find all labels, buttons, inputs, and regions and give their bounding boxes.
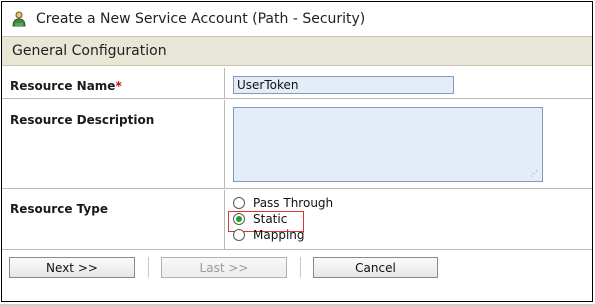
cancel-button[interactable]: Cancel	[313, 257, 438, 278]
resource-type-cell: Pass Through Static Mapping	[226, 190, 592, 249]
title-bar: Create a New Service Account (Path - Sec…	[2, 2, 592, 35]
pass-through-label: Pass Through	[253, 195, 334, 210]
mapping-label: Mapping	[253, 227, 305, 242]
resource-name-label: Resource Name*	[2, 68, 225, 98]
static-radio[interactable]	[233, 212, 245, 225]
next-button[interactable]: Next >>	[9, 257, 135, 278]
resource-description-label: Resource Description	[2, 100, 225, 188]
static-label: Static	[253, 211, 288, 226]
radio-option-pass-through[interactable]: Pass Through	[233, 195, 333, 210]
resource-description-cell: ⋰	[226, 100, 592, 188]
required-marker: *	[115, 79, 122, 93]
pass-through-radio[interactable]	[233, 196, 245, 209]
resource-description-row: Resource Description ⋰	[2, 100, 592, 189]
section-title: General Configuration	[12, 43, 167, 59]
resource-type-row: Resource Type Pass Through Static Mappin…	[2, 190, 592, 250]
radio-option-mapping[interactable]: Mapping	[233, 227, 305, 242]
mapping-radio[interactable]	[233, 228, 245, 241]
button-row: Next >> Last >> Cancel	[2, 252, 592, 282]
dialog-title: Create a New Service Account (Path - Sec…	[36, 10, 366, 27]
dialog-frame: Create a New Service Account (Path - Sec…	[1, 1, 593, 302]
resource-name-input[interactable]: UserToken	[233, 76, 454, 94]
resource-name-label-text: Resource Name	[10, 79, 116, 93]
resource-name-row: Resource Name* UserToken	[2, 68, 592, 99]
resource-type-label: Resource Type	[2, 190, 225, 249]
button-separator	[300, 257, 301, 278]
last-button[interactable]: Last >>	[161, 257, 287, 278]
resize-grip-icon[interactable]: ⋰	[530, 169, 539, 178]
button-separator	[148, 257, 149, 278]
resource-name-cell: UserToken	[226, 68, 592, 98]
section-header: General Configuration	[2, 36, 592, 66]
user-account-icon	[12, 11, 26, 27]
radio-option-static[interactable]: Static	[233, 211, 287, 226]
resource-description-textarea[interactable]	[233, 107, 543, 182]
